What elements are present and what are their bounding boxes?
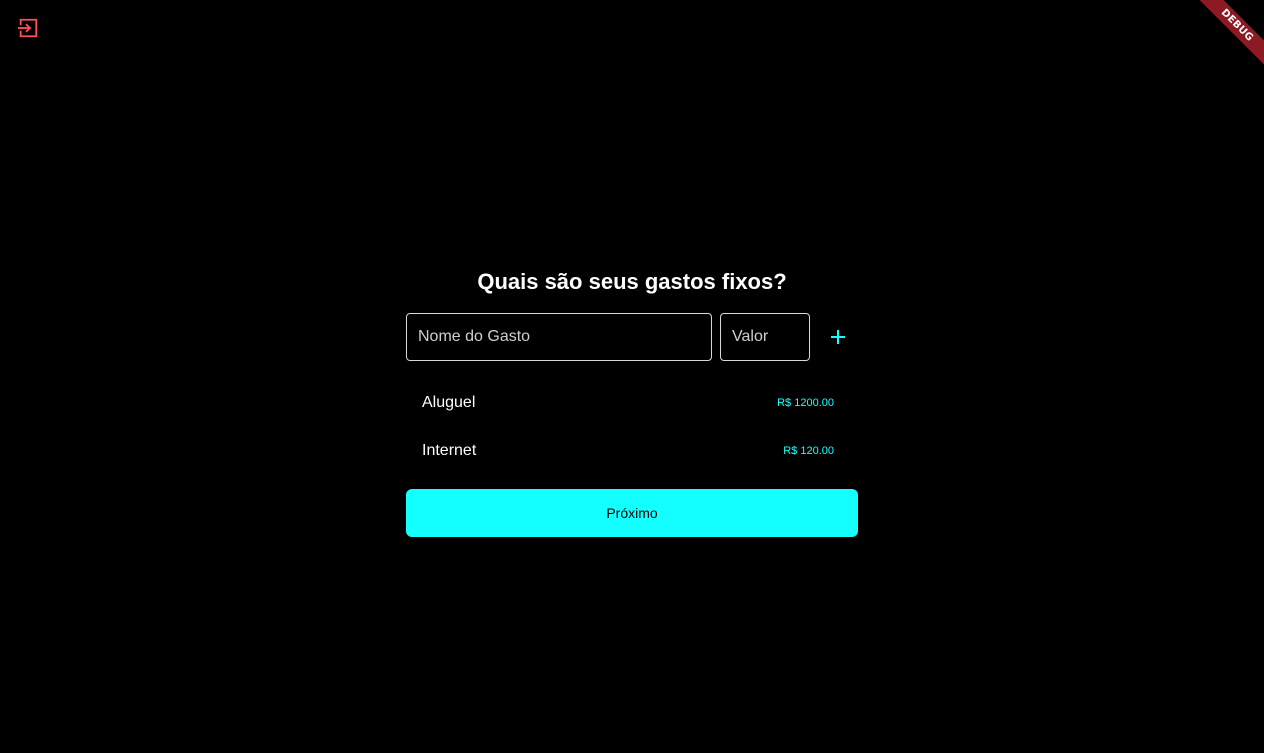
expense-list: Aluguel R$ 1200.00 Internet R$ 120.00 xyxy=(406,379,858,475)
logout-icon xyxy=(17,18,38,38)
expense-value-input[interactable] xyxy=(720,313,810,361)
page-title: Quais são seus gastos fixos? xyxy=(477,269,787,294)
expense-item-name: Internet xyxy=(422,442,477,459)
expense-list-item[interactable]: Internet R$ 120.00 xyxy=(406,427,858,475)
fixed-expenses-form: Quais são seus gastos fixos? Aluguel R$ … xyxy=(406,266,858,537)
expense-input-row xyxy=(406,313,858,361)
debug-label: DEBUG xyxy=(1192,0,1264,71)
logout-button[interactable] xyxy=(14,14,42,42)
plus-icon xyxy=(831,330,845,344)
expense-item-value: R$ 120.00 xyxy=(783,445,834,457)
add-expense-button[interactable] xyxy=(824,323,852,351)
expense-list-item[interactable]: Aluguel R$ 1200.00 xyxy=(406,379,858,427)
next-button[interactable]: Próximo xyxy=(406,489,858,537)
expense-item-name: Aluguel xyxy=(422,394,476,411)
expense-item-value: R$ 1200.00 xyxy=(777,397,834,409)
debug-banner: DEBUG xyxy=(1174,0,1264,90)
app-root: DEBUG Quais são seus gastos fixos? Alugu… xyxy=(0,0,1264,753)
expense-name-input[interactable] xyxy=(406,313,712,361)
